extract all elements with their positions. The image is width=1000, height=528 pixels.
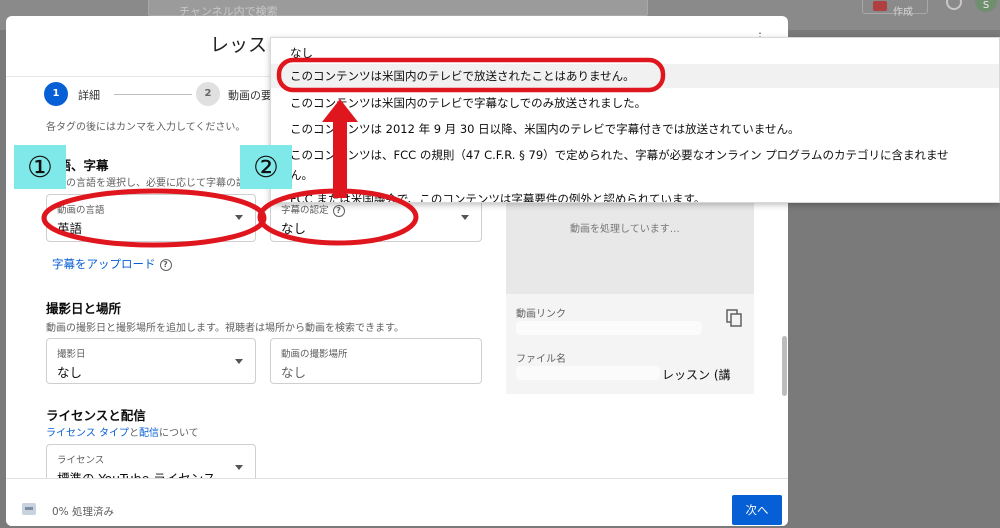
- license-label: ライセンス: [57, 455, 105, 466]
- video-link-url[interactable]: [516, 321, 702, 335]
- menu-item-aired-without-captions[interactable]: このコンテンツは米国内のテレビで字幕なしでのみ放送されました。: [271, 92, 999, 114]
- video-language-value: 英語: [57, 221, 83, 236]
- recording-date-select[interactable]: 撮影日 なし: [46, 338, 256, 384]
- menu-item-none[interactable]: なし: [271, 42, 999, 64]
- step-2-indicator[interactable]: 2: [196, 82, 220, 106]
- upload-subtitles-link[interactable]: 字幕をアップロード?: [52, 256, 172, 272]
- video-camera-icon: [873, 1, 887, 11]
- scrollbar[interactable]: [782, 336, 787, 396]
- distribution-link[interactable]: 配信: [139, 428, 159, 439]
- background-create-button: 作成: [862, 0, 928, 18]
- caption-certification-menu: なし このコンテンツは米国内のテレビで放送されたことはありません。 このコンテン…: [270, 37, 1000, 203]
- processing-status: 0% 処理済み: [52, 506, 114, 518]
- video-preview-panel: 動画を処理しています… 動画リンク ファイル名 レッスン (講: [506, 200, 754, 394]
- chevron-down-icon: [235, 465, 243, 470]
- recording-date-label: 撮影日: [57, 349, 86, 360]
- recording-section-title: 撮影日と場所: [46, 301, 122, 316]
- recording-section-desc: 動画の撮影日と撮影場所を追加します。視聴者は場所から動画を検索できます。: [46, 323, 404, 334]
- license-desc-text: と: [128, 428, 139, 439]
- video-language-label: 動画の言語: [57, 205, 105, 216]
- license-section-title: ライセンスと配信: [46, 408, 146, 423]
- chevron-down-icon: [235, 215, 243, 220]
- annotation-badge-1: ①: [14, 145, 66, 189]
- step-1-indicator[interactable]: 1: [44, 82, 68, 106]
- caption-certification-label: 字幕の認定?: [281, 202, 345, 217]
- help-circle-icon[interactable]: ?: [332, 204, 345, 217]
- next-button[interactable]: 次へ: [732, 495, 782, 525]
- chevron-down-icon: [235, 359, 243, 364]
- video-link-label: 動画リンク: [516, 309, 566, 320]
- help-circle-icon[interactable]: ?: [159, 258, 172, 271]
- upload-status-icon: [22, 503, 36, 515]
- license-type-link[interactable]: ライセンス タイプ: [46, 428, 129, 439]
- menu-item-fcc-exempt-category[interactable]: このコンテンツは、FCC の規則（47 C.F.R. § 79）で定められた、字…: [271, 144, 999, 166]
- step-connector: [114, 94, 192, 95]
- license-section-desc: ライセンス タイプと配信について: [46, 424, 199, 439]
- menu-item-not-aired-with-captions-since-2012[interactable]: このコンテンツは 2012 年 9 月 30 日以降、米国内のテレビで字幕付きで…: [271, 118, 999, 140]
- video-location-placeholder: なし: [281, 365, 307, 380]
- video-language-select[interactable]: 動画の言語 英語: [46, 194, 256, 242]
- menu-item-fcc-exemption[interactable]: FCC または米国議会で、このコンテンツは字幕要件の例外と認められています。: [271, 188, 999, 202]
- filename-redacted: [516, 366, 660, 380]
- create-label: 作成: [893, 7, 913, 18]
- recording-date-value: なし: [57, 365, 83, 380]
- chevron-down-icon: [461, 215, 469, 220]
- tags-hint: 各タグの後にはカンマを入力してください。: [46, 122, 246, 133]
- annotation-badge-2: ②: [240, 145, 292, 189]
- license-desc-tail: について: [158, 428, 199, 439]
- filename-value: レッスン (講: [662, 368, 731, 382]
- filename-label: ファイル名: [516, 354, 566, 365]
- menu-item-never-aired[interactable]: このコンテンツは米国内のテレビで放送されたことはありません。: [271, 64, 999, 88]
- copy-icon[interactable]: [726, 309, 742, 327]
- video-thumbnail: 動画を処理しています…: [506, 200, 754, 294]
- dialog-footer: 0% 処理済み 次へ: [6, 478, 788, 526]
- video-location-input[interactable]: 動画の撮影場所 なし: [270, 338, 482, 384]
- step-1-label[interactable]: 詳細: [78, 87, 100, 103]
- background-search-input: チャンネル内で検索: [148, 0, 648, 18]
- menu-item-fcc-exempt-category-cont[interactable]: ん。: [271, 164, 999, 186]
- processing-text: 動画を処理しています…: [570, 224, 680, 235]
- caption-certification-value: なし: [281, 221, 307, 236]
- video-location-label: 動画の撮影場所: [281, 349, 348, 360]
